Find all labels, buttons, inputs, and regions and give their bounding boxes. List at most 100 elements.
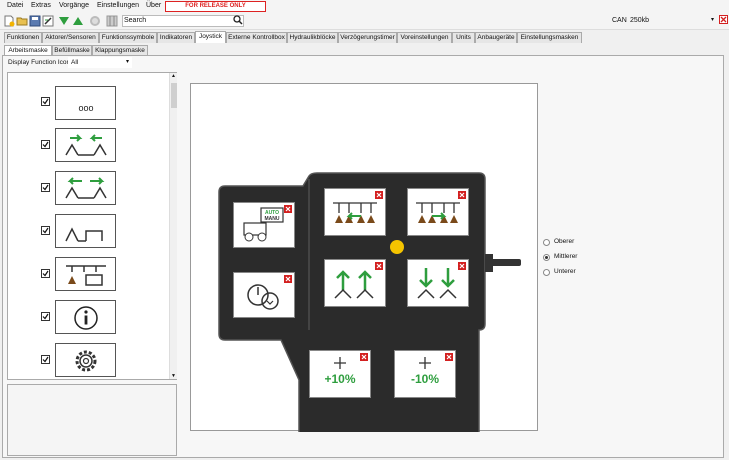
subtab-klappungsmaske[interactable]: Klappungsmaske [92,45,148,55]
manual-text: MANU [265,216,280,222]
row-checkbox[interactable] [41,140,50,149]
display-function-icons-select[interactable]: All ▾ [68,57,132,68]
search-label: Search [124,17,147,24]
tab-einstellungsmasken[interactable]: Einstellungsmasken [517,32,582,43]
scroll-down-icon[interactable]: ▼ [171,373,176,379]
check-icon [42,270,49,277]
wings-fold-out-icon [65,177,107,199]
list-item[interactable] [55,343,116,377]
chevron-down-icon: ▾ [125,59,129,65]
check-icon [42,356,49,363]
radio-label-mittlerer: Mittlerer [554,253,578,260]
can-label: CAN [612,17,627,24]
main-tabs: Funktionen Aktorer/Sensoren Funktionssym… [0,31,729,43]
more-dots-text: ooo [78,103,93,113]
joystick-button-boom-left[interactable] [324,188,386,236]
radio-dot[interactable] [543,269,550,276]
tab-units[interactable]: Units [452,32,475,43]
joystick-button-power-cycle[interactable] [233,272,295,318]
wings-fold-in-icon [65,134,107,156]
tab-aktorer-sensoren[interactable]: Aktorer/Sensoren [42,32,99,43]
joystick-button-boom-raise[interactable] [324,259,386,307]
check-icon [42,184,49,191]
list-item[interactable] [55,171,116,205]
close-icon[interactable] [284,275,292,283]
check-icon [42,227,49,234]
wing-lift-icon [65,227,103,242]
joystick-canvas: AUTO MANU +10% -10% [190,83,538,435]
disabled-icon[interactable] [89,15,101,27]
check-icon [42,141,49,148]
tab-joystick[interactable]: Joystick [195,31,226,43]
close-icon[interactable] [458,262,466,270]
joystick-button-boom-lower[interactable] [407,259,469,307]
tab-externe-kontrollbox[interactable]: Externe Kontrollbox [226,32,287,43]
close-icon[interactable] [375,191,383,199]
settings-gear-icon [75,350,97,372]
tab-voreinstellungen[interactable]: Voreinstellungen [397,32,452,43]
list-item[interactable] [55,257,116,291]
check-icon [42,313,49,320]
search-icon[interactable] [233,15,243,25]
tab-indikatoren[interactable]: Indikatoren [157,32,195,43]
list-item[interactable] [55,128,116,162]
more-dots-icon: ooo [78,103,93,113]
open-folder-icon[interactable] [16,15,28,27]
close-icon[interactable] [360,353,368,361]
list-scrollbar[interactable]: ▲ ▼ [169,73,177,379]
menu-einstellungen[interactable]: Einstellungen [97,2,139,9]
menu-extras[interactable]: Extras [31,2,51,9]
check-icon [42,98,49,105]
joystick-button-auto-manual[interactable]: AUTO MANU [233,202,295,248]
arrow-up-icon[interactable] [72,15,84,27]
new-file-icon[interactable] [3,15,15,27]
save-icon[interactable] [29,15,41,27]
menu-vorgaenge[interactable]: Vorgänge [59,2,89,9]
tab-hydraulikbloecke[interactable]: Hydraulikblöcke [287,32,338,43]
list-item[interactable] [55,300,116,334]
function-icon-list: ooo [7,72,177,380]
row-checkbox[interactable] [41,355,50,364]
can-select[interactable]: 250kb [628,15,718,27]
radio-label-unterer: Unterer [554,268,576,275]
close-icon[interactable] [284,205,292,213]
radio-label-oberer: Oberer [554,238,575,245]
close-icon[interactable] [445,353,453,361]
row-checkbox[interactable] [41,269,50,278]
arrow-down-icon[interactable] [58,15,70,27]
rate-minus-text: -10% [411,372,439,386]
joystick-button-rate-minus[interactable]: -10% [394,350,456,398]
close-icon[interactable] [719,15,728,24]
close-icon[interactable] [375,262,383,270]
chevron-down-icon[interactable]: ▾ [711,16,714,23]
section-control-icon [66,265,106,286]
display-function-icons-label: Display Function Icons [8,59,74,66]
subtab-arbeitsmaske[interactable]: Arbeitsmaske [4,45,52,55]
joystick-button-rate-plus[interactable]: +10% [309,350,371,398]
joystick-button-boom-right[interactable] [407,188,469,236]
menu-ueber[interactable]: Über [146,2,161,9]
scroll-up-icon[interactable]: ▲ [171,73,176,79]
tab-funktionssymbole[interactable]: Funktionssymbole [99,32,157,43]
list-item[interactable]: ooo [55,86,116,120]
tab-funktionen[interactable]: Funktionen [4,32,42,43]
menu-bar: Datei Extras Vorgänge Einstellungen Über [0,0,729,13]
tab-verzoegerungstimer[interactable]: Verzögerungstimer [338,32,397,43]
menu-datei[interactable]: Datei [7,2,23,9]
indicator-light [390,240,404,254]
row-checkbox[interactable] [41,183,50,192]
release-badge: FOR RELEASE ONLY [165,1,266,12]
row-checkbox[interactable] [41,226,50,235]
rate-plus-text: +10% [324,372,355,386]
subtab-befuellmaske[interactable]: Befüllmaske [52,45,92,55]
edit-chart-icon[interactable] [42,15,54,27]
row-checkbox[interactable] [41,97,50,106]
radio-dot[interactable] [543,239,550,246]
grid-icon[interactable] [106,15,118,27]
close-icon[interactable] [458,191,466,199]
scroll-thumb[interactable] [171,83,177,108]
row-checkbox[interactable] [41,312,50,321]
tab-anbaugeraete[interactable]: Anbaugeräte [475,32,517,43]
list-item[interactable] [55,214,116,248]
radio-dot[interactable] [543,254,550,261]
